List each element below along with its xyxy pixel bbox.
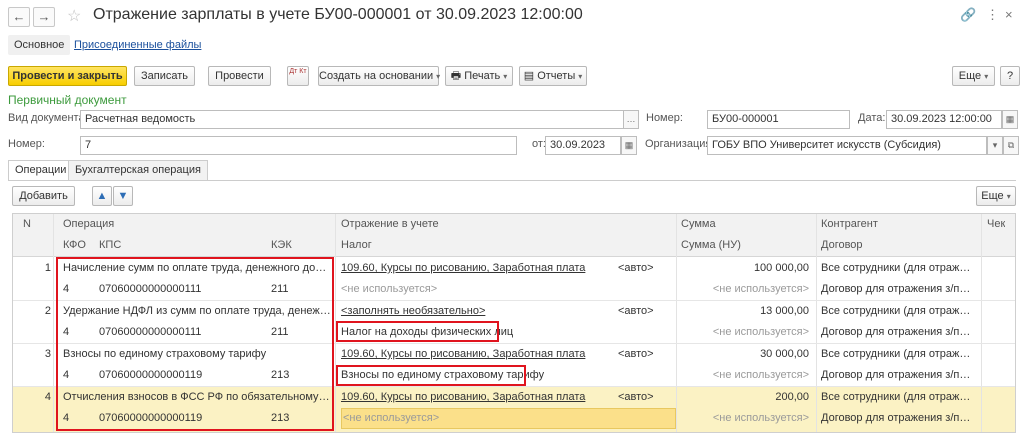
chevron-down-icon[interactable]: ▾ xyxy=(987,136,1003,155)
sum-nu-cell[interactable]: <не используется> xyxy=(681,322,809,343)
back-button[interactable]: ← xyxy=(8,7,30,27)
sum-nu-cell[interactable]: <не используется> xyxy=(681,408,809,429)
row-number: 1 xyxy=(44,262,51,274)
from-date-field[interactable]: 30.09.2023 xyxy=(545,136,621,155)
sum-cell[interactable]: 13 000,00 xyxy=(681,301,809,322)
doc-number-field[interactable]: БУ00-000001 xyxy=(707,110,850,129)
report-icon: ▤ xyxy=(523,70,538,82)
counterparty-cell[interactable]: Все сотрудники (для отражения ... xyxy=(821,258,971,279)
col-kfo[interactable]: КФО xyxy=(63,235,86,256)
organization-field[interactable]: ГОБУ ВПО Университет искусств (Субсидия) xyxy=(707,136,987,155)
section-attached-files[interactable]: Присоединенные файлы xyxy=(74,35,201,55)
auto-cell: <авто> xyxy=(618,348,654,360)
col-check[interactable]: Чек xyxy=(987,214,1005,235)
primary-document-header: Первичный документ xyxy=(8,93,127,107)
section-main[interactable]: Основное xyxy=(8,35,71,55)
auto-cell: <авто> xyxy=(618,391,654,403)
row-number: 2 xyxy=(44,305,51,317)
create-based-on-button[interactable]: Создать на основании ▾ xyxy=(318,66,441,86)
chevron-down-icon: ▾ xyxy=(436,72,441,81)
tab-operations[interactable]: Операции xyxy=(8,160,74,181)
move-up-icon[interactable]: ▲ xyxy=(92,186,112,206)
col-contract[interactable]: Договор xyxy=(821,235,863,256)
sum-nu-cell[interactable]: <не используется> xyxy=(681,365,809,386)
window-title: Отражение зарплаты в учете БУ00-000001 о… xyxy=(93,6,583,23)
counterparty-cell[interactable]: Все сотрудники (для отражения ... xyxy=(821,344,971,365)
print-button[interactable]: 🖶 Печать ▾ xyxy=(445,66,513,86)
highlight-box-codes xyxy=(56,257,334,431)
calendar-icon[interactable]: ▦ xyxy=(1002,110,1018,129)
arrow-left-icon: ← xyxy=(12,9,26,24)
table-more-button[interactable]: Еще ▾ xyxy=(976,186,1016,206)
chevron-down-icon: ▾ xyxy=(984,72,989,81)
contract-cell[interactable]: Договор для отражения з/пл в у... xyxy=(821,279,971,300)
move-down-icon[interactable]: ▼ xyxy=(113,186,133,206)
dt-kt-icon[interactable]: Дт Кт xyxy=(287,66,309,86)
arrow-right-icon: → xyxy=(37,9,51,24)
sum-cell[interactable]: 200,00 xyxy=(681,387,809,408)
link-icon[interactable]: 🔗 xyxy=(960,7,976,23)
post-and-close-button[interactable]: Провести и закрыть xyxy=(8,66,127,86)
reports-button[interactable]: ▤ Отчеты ▾ xyxy=(519,66,587,86)
more-button[interactable]: Еще ▾ xyxy=(952,66,995,86)
tab-accounting-operation[interactable]: Бухгалтерская операция xyxy=(68,160,208,180)
auto-cell: <авто> xyxy=(618,262,654,274)
help-button[interactable]: ? xyxy=(1000,66,1020,86)
tax-cell[interactable]: <не используется> xyxy=(343,408,439,429)
col-counterparty[interactable]: Контрагент xyxy=(821,214,878,235)
primary-number-label: Номер: xyxy=(8,138,45,150)
col-n[interactable]: N xyxy=(23,214,31,235)
row-number: 4 xyxy=(44,391,51,403)
col-sum[interactable]: Сумма xyxy=(681,214,716,235)
reflection-cell[interactable]: <заполнять необязательно> xyxy=(341,301,591,322)
tab-divider xyxy=(8,180,1016,181)
date-field[interactable]: 30.09.2023 12:00:00 xyxy=(886,110,1002,129)
sum-cell[interactable]: 30 000,00 xyxy=(681,344,809,365)
tax-cell[interactable]: <не используется> xyxy=(341,279,437,300)
organization-label: Организация: xyxy=(645,138,715,150)
auto-cell: <авто> xyxy=(618,305,654,317)
doc-type-field[interactable]: Расчетная ведомость xyxy=(80,110,624,129)
col-operation[interactable]: Операция xyxy=(63,214,114,235)
calendar-icon[interactable]: ▦ xyxy=(621,136,637,155)
favorite-star-icon[interactable]: ☆ xyxy=(67,6,81,26)
from-label: от: xyxy=(532,138,546,150)
printer-icon: 🖶 xyxy=(450,70,465,82)
close-icon[interactable]: × xyxy=(1005,7,1013,22)
col-kps[interactable]: КПС xyxy=(99,235,121,256)
highlight-box-tax-insurance xyxy=(336,365,526,386)
reflection-cell[interactable]: 109.60, Курсы по рисованию, Заработная п… xyxy=(341,344,591,365)
doc-type-label: Вид документа: xyxy=(8,112,88,124)
doc-type-select-button[interactable]: … xyxy=(623,110,639,129)
col-tax[interactable]: Налог xyxy=(341,235,372,256)
col-kek[interactable]: КЭК xyxy=(271,235,292,256)
add-button[interactable]: Добавить xyxy=(12,186,75,206)
contract-cell[interactable]: Договор для отражения з/пл в у... xyxy=(821,408,971,429)
contract-cell[interactable]: Договор для отражения з/пл в у... xyxy=(821,365,971,386)
chevron-down-icon: ▾ xyxy=(578,72,583,81)
reflection-cell[interactable]: 109.60, Курсы по рисованию, Заработная п… xyxy=(341,258,591,279)
sum-cell[interactable]: 100 000,00 xyxy=(681,258,809,279)
chevron-down-icon: ▾ xyxy=(503,72,508,81)
doc-number-label: Номер: xyxy=(646,112,683,124)
reflection-cell[interactable]: 109.60, Курсы по рисованию, Заработная п… xyxy=(341,387,591,408)
col-reflection[interactable]: Отражение в учете xyxy=(341,214,439,235)
forward-button[interactable]: → xyxy=(33,7,55,27)
counterparty-cell[interactable]: Все сотрудники (для отражения ... xyxy=(821,301,971,322)
sum-nu-cell[interactable]: <не используется> xyxy=(681,279,809,300)
post-button[interactable]: Провести xyxy=(208,66,271,86)
chevron-down-icon: ▾ xyxy=(1006,192,1011,201)
contract-cell[interactable]: Договор для отражения з/пл в у... xyxy=(821,322,971,343)
row-number: 3 xyxy=(44,348,51,360)
primary-number-field[interactable]: 7 xyxy=(80,136,517,155)
col-sum-nu[interactable]: Сумма (НУ) xyxy=(681,235,741,256)
date-label: Дата: xyxy=(858,112,886,124)
save-button[interactable]: Записать xyxy=(134,66,195,86)
counterparty-cell[interactable]: Все сотрудники (для отражения ... xyxy=(821,387,971,408)
more-vertical-icon[interactable]: ⋮ xyxy=(986,7,999,23)
open-icon[interactable]: ⧉ xyxy=(1003,136,1019,155)
highlight-box-tax-ndfl xyxy=(336,321,499,342)
